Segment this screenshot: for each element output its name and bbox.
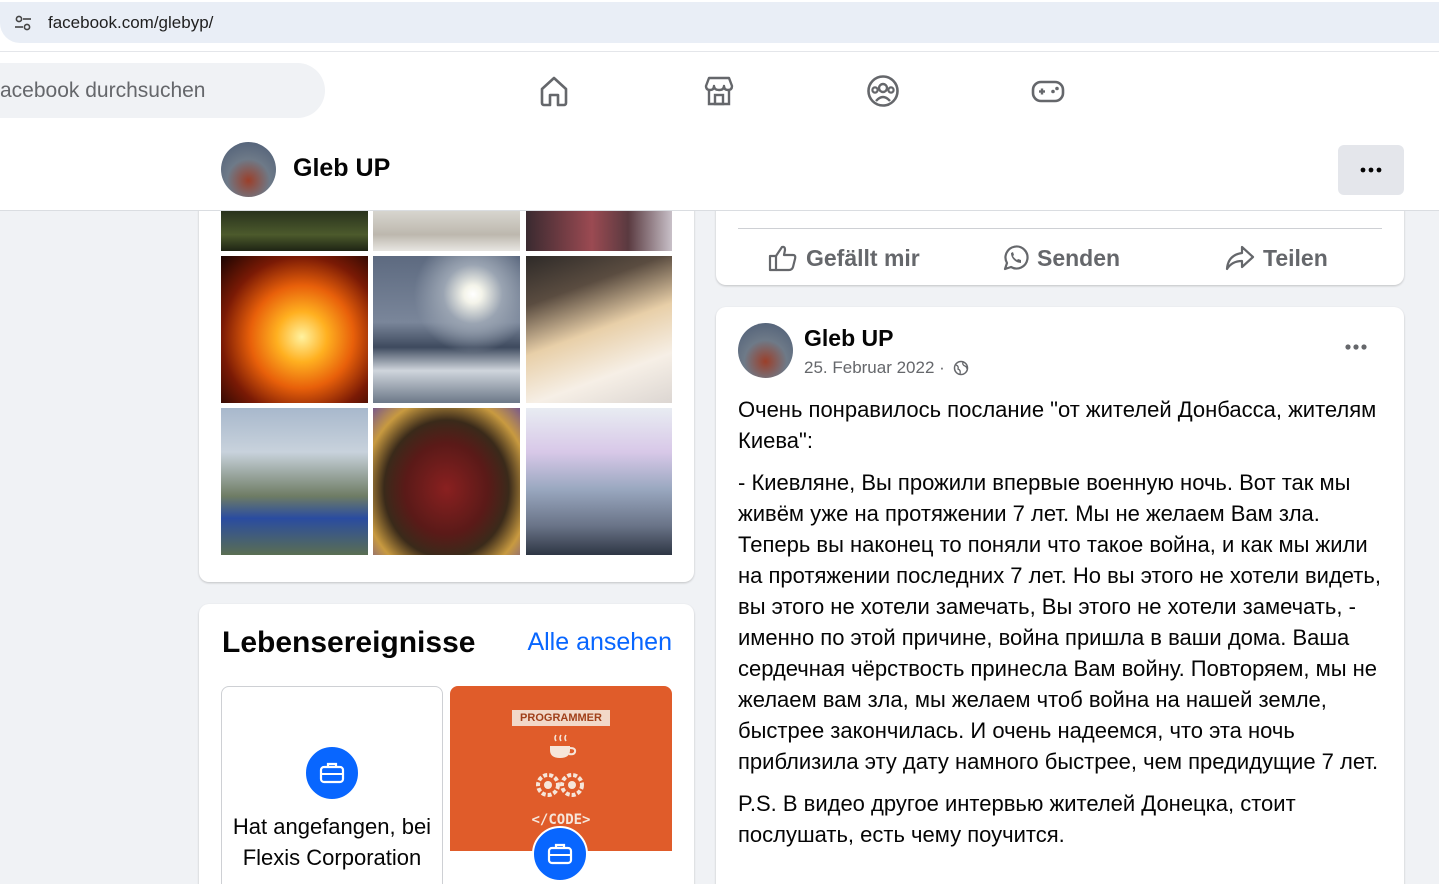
avatar[interactable] xyxy=(221,142,276,197)
home-icon[interactable] xyxy=(535,72,573,110)
profile-more-button[interactable] xyxy=(1338,145,1404,195)
life-event-text: Hat angefangen, bei Flexis Corporation xyxy=(232,814,432,870)
like-button[interactable]: Gefällt mir xyxy=(768,240,920,276)
photo-thumbnail[interactable] xyxy=(373,408,520,555)
photo-thumbnail[interactable] xyxy=(221,210,368,251)
profile-sticky-header: Gleb UP xyxy=(0,130,1439,211)
search-placeholder: acebook durchsuchen xyxy=(0,79,206,102)
post-timestamp[interactable]: 25. Februar 2022 · xyxy=(804,358,969,378)
photo-thumbnail[interactable] xyxy=(526,408,672,555)
life-events-card: Lebensereignisse Alle ansehen Hat angefa… xyxy=(199,604,694,884)
profile-name[interactable]: Gleb UP xyxy=(293,154,390,183)
post-paragraph: Очень понравилось послание "от жителей Д… xyxy=(738,397,1377,453)
post-paragraph: P.S. В видео другое интервью жителей Дон… xyxy=(738,791,1296,847)
divider xyxy=(738,228,1382,229)
send-label: Senden xyxy=(1037,244,1121,271)
globe-icon xyxy=(953,360,968,376)
post-paragraph: - Киевляне, Вы прожили впервые военную н… xyxy=(738,470,1381,774)
briefcase-icon xyxy=(532,826,588,882)
gears-icon xyxy=(536,773,584,797)
see-all-link[interactable]: Alle ansehen xyxy=(527,628,672,657)
photo-thumbnail[interactable] xyxy=(221,256,368,403)
share-label: Teilen xyxy=(1263,244,1328,271)
groups-icon[interactable] xyxy=(864,72,902,110)
life-event-card[interactable]: PROGRAMMER </CODE> xyxy=(450,686,672,884)
top-navigation: acebook durchsuchen xyxy=(0,52,1439,130)
post-text: Очень понравилось послание "от жителей Д… xyxy=(738,394,1388,861)
briefcase-icon xyxy=(304,745,360,801)
browser-address-bar: facebook.com/glebyp/ xyxy=(0,0,1439,52)
marketplace-icon[interactable] xyxy=(700,72,738,110)
like-label: Gefällt mir xyxy=(806,244,920,271)
send-button[interactable]: Senden xyxy=(1001,240,1120,276)
coffee-cup-icon xyxy=(550,734,577,758)
photo-thumbnail[interactable] xyxy=(526,256,672,403)
life-event-card[interactable]: Hat angefangen, bei Flexis Corporation xyxy=(221,686,443,884)
programmer-banner: PROGRAMMER xyxy=(512,710,610,726)
post-author[interactable]: Gleb UP xyxy=(804,325,893,352)
photo-thumbnail[interactable] xyxy=(373,256,520,403)
more-icon xyxy=(1360,167,1382,173)
url-field[interactable]: facebook.com/glebyp/ xyxy=(0,2,1439,43)
more-options-icon[interactable] xyxy=(1336,337,1376,357)
site-settings-icon[interactable] xyxy=(14,14,32,32)
whatsapp-icon xyxy=(1003,245,1029,271)
avatar[interactable] xyxy=(738,323,793,378)
share-button[interactable]: Teilen xyxy=(1225,240,1328,276)
photos-card xyxy=(199,180,694,582)
search-input[interactable]: acebook durchsuchen xyxy=(0,63,325,118)
photo-thumbnail[interactable] xyxy=(526,210,672,251)
share-icon xyxy=(1225,245,1255,271)
gaming-icon[interactable] xyxy=(1029,72,1067,110)
post-card: Gleb UP 25. Februar 2022 · Очень понрави… xyxy=(716,307,1404,884)
life-events-title: Lebensereignisse xyxy=(222,626,476,659)
post-date-text: 25. Februar 2022 · xyxy=(804,358,945,377)
thumbs-up-icon xyxy=(768,245,797,272)
photo-thumbnail[interactable] xyxy=(221,408,368,555)
photo-thumbnail[interactable] xyxy=(373,210,520,251)
url-text: facebook.com/glebyp/ xyxy=(48,13,214,32)
